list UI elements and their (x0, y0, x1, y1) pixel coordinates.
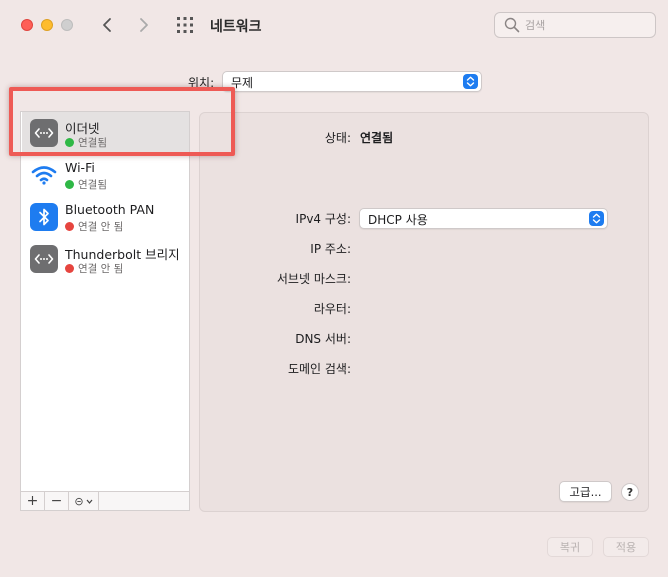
ipv4-select[interactable]: DHCP 사용 (359, 208, 608, 229)
bluetooth-icon (30, 203, 58, 231)
forward-chevron-icon (140, 18, 148, 32)
close-window-button[interactable] (21, 19, 33, 31)
status-dot-icon (65, 180, 74, 189)
dns-server-label: DNS 서버: (295, 332, 351, 346)
title-bar: 네트워크 (0, 0, 668, 52)
wifi-icon (30, 161, 58, 189)
service-status: 연결 안 됨 (65, 219, 123, 234)
status-dot-icon (65, 264, 74, 273)
search-input[interactable] (525, 16, 649, 34)
chevron-down-icon (86, 499, 93, 504)
grid-icon (177, 17, 193, 33)
remove-service-button[interactable]: − (45, 492, 69, 510)
zoom-window-button[interactable] (61, 19, 73, 31)
service-name: Bluetooth PAN (65, 202, 155, 217)
service-status-text: 연결됨 (78, 137, 107, 149)
service-status-text: 연결 안 됨 (78, 221, 124, 233)
updown-chevron-icon (589, 211, 604, 226)
detail-pane: 상태: 연결됨 IPv4 구성: DHCP 사용 IP 주소: 서브넷 마스크:… (199, 112, 649, 512)
service-status: 연결 안 됨 (65, 261, 123, 276)
status-dot-icon (65, 222, 74, 231)
service-item-ethernet[interactable]: 이더넷 연결됨 (22, 112, 189, 154)
add-service-button[interactable]: + (21, 492, 45, 510)
status-dot-icon (65, 138, 74, 147)
subnet-mask-label: 서브넷 마스크: (276, 272, 351, 286)
service-status-text: 연결 안 됨 (78, 263, 124, 275)
apply-button[interactable]: 적용 (603, 537, 649, 557)
service-item-wifi[interactable]: Wi-Fi 연결됨 (22, 154, 189, 196)
service-status: 연결됨 (65, 135, 107, 150)
location-label: 위치: (188, 76, 215, 90)
ip-address-label: IP 주소: (310, 242, 351, 256)
thunderbolt-bridge-icon (30, 245, 58, 273)
service-list-toolbar: + − ⊝ (20, 491, 190, 511)
updown-chevron-icon (463, 74, 478, 89)
search-icon (504, 17, 520, 33)
forward-button[interactable] (133, 13, 155, 37)
search-field[interactable] (494, 12, 656, 38)
status-label: 상태: (324, 131, 351, 145)
show-all-button[interactable] (174, 14, 196, 36)
router-label: 라우터: (313, 302, 351, 316)
service-list: 이더넷 연결됨 Wi-Fi 연결됨 Bluetooth PAN 연결 안 됨 T… (20, 111, 190, 491)
back-chevron-icon (103, 18, 111, 32)
minimize-window-button[interactable] (41, 19, 53, 31)
ethernet-icon (30, 119, 58, 147)
location-value: 무제 (231, 76, 254, 90)
window-title: 네트워크 (210, 19, 262, 35)
service-name: Wi-Fi (65, 160, 95, 175)
advanced-button[interactable]: 고급... (559, 481, 612, 502)
service-item-thunderbolt-bridge[interactable]: Thunderbolt 브리지 연결 안 됨 (22, 238, 189, 280)
location-row: 위치: 무제 (0, 71, 668, 93)
action-menu-button[interactable]: ⊝ (69, 492, 99, 510)
ipv4-label: IPv4 구성: (295, 212, 351, 226)
service-item-bluetooth-pan[interactable]: Bluetooth PAN 연결 안 됨 (22, 196, 189, 238)
revert-button[interactable]: 복귀 (547, 537, 593, 557)
service-status: 연결됨 (65, 177, 107, 192)
location-select[interactable]: 무제 (222, 71, 482, 92)
help-button[interactable]: ? (621, 483, 639, 501)
ipv4-value: DHCP 사용 (368, 213, 428, 227)
service-status-text: 연결됨 (78, 179, 107, 191)
search-domains-label: 도메인 검색: (287, 362, 351, 376)
status-value: 연결됨 (360, 131, 394, 145)
back-button[interactable] (96, 13, 118, 37)
action-icon: ⊝ (74, 494, 84, 508)
